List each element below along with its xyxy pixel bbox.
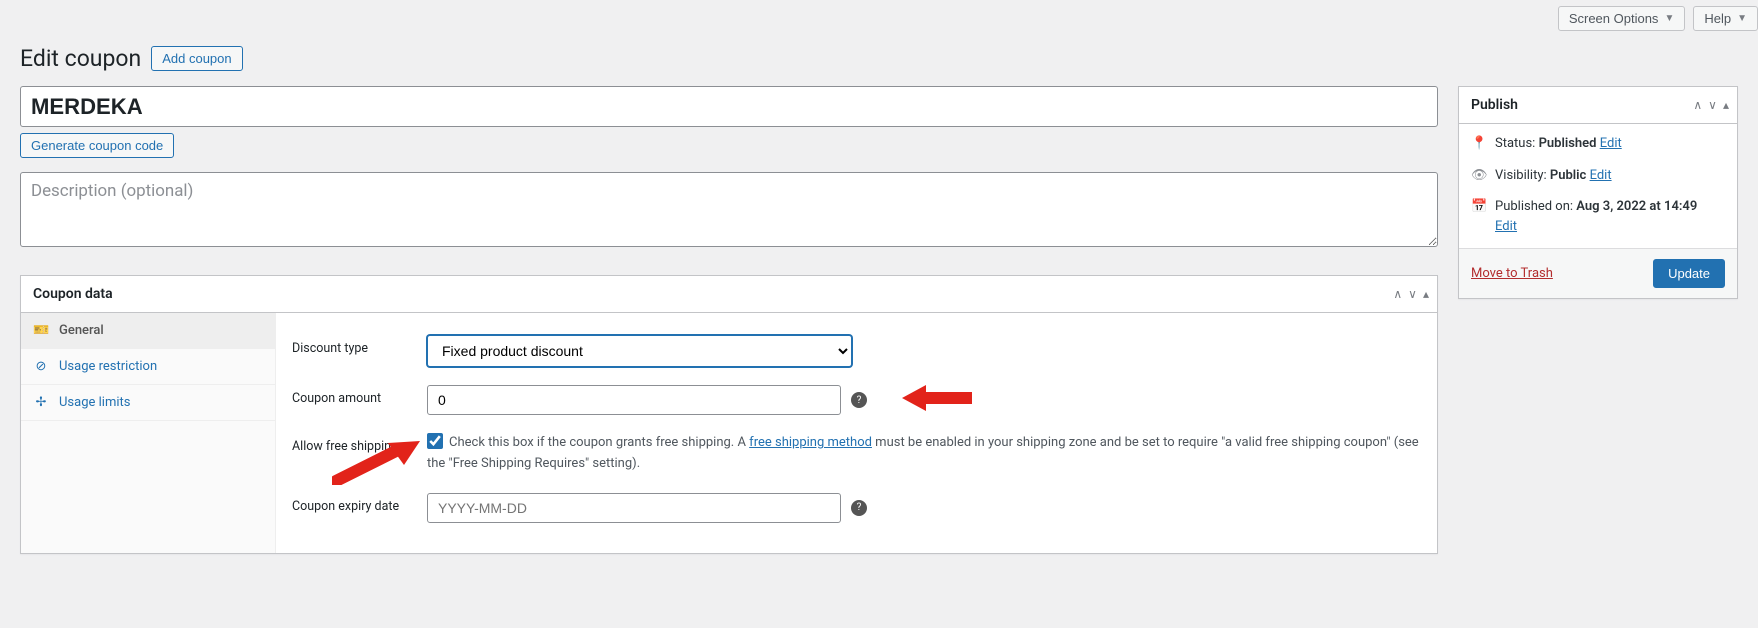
visibility-label: Visibility: — [1495, 168, 1547, 183]
generate-coupon-code-button[interactable]: Generate coupon code — [20, 133, 174, 158]
discount-type-select[interactable]: Fixed product discount — [427, 335, 852, 367]
tab-general[interactable]: 🎫 General — [21, 313, 275, 349]
sliders-icon: ✢ — [33, 395, 49, 410]
help-toggle[interactable]: Help ▼ — [1693, 6, 1758, 31]
update-button[interactable]: Update — [1653, 259, 1725, 288]
expiry-date-label: Coupon expiry date — [292, 493, 427, 514]
eye-icon: 👁 — [1471, 166, 1487, 186]
chevron-down-icon: ▼ — [1664, 13, 1674, 24]
visibility-edit-link[interactable]: Edit — [1590, 168, 1612, 183]
coupon-amount-input[interactable] — [427, 385, 841, 415]
no-entry-icon: ⊘ — [33, 359, 49, 374]
add-coupon-button[interactable]: Add coupon — [151, 46, 242, 71]
free-shipping-method-link[interactable]: free shipping method — [749, 435, 872, 450]
status-label: Status: — [1495, 136, 1535, 151]
visibility-value: Public — [1550, 168, 1586, 183]
help-icon[interactable]: ? — [851, 500, 867, 516]
tab-usage-limits[interactable]: ✢ Usage limits — [21, 385, 275, 421]
page-title: Edit coupon — [20, 45, 141, 72]
tab-usage-limits-label: Usage limits — [59, 395, 130, 410]
tab-general-label: General — [59, 323, 104, 338]
coupon-amount-label: Coupon amount — [292, 385, 427, 406]
pin-icon: 📍 — [1471, 134, 1487, 154]
panel-move-down-icon[interactable]: ∨ — [1706, 94, 1719, 116]
help-icon[interactable]: ? — [851, 392, 867, 408]
free-shipping-desc-before: Check this box if the coupon grants free… — [449, 435, 749, 450]
coupon-data-heading: Coupon data — [21, 276, 125, 312]
status-edit-link[interactable]: Edit — [1600, 136, 1622, 151]
calendar-icon: 📅 — [1471, 197, 1487, 217]
panel-move-down-icon[interactable]: ∨ — [1406, 283, 1419, 305]
status-value: Published — [1539, 136, 1597, 151]
screen-options-toggle[interactable]: Screen Options ▼ — [1558, 6, 1686, 31]
move-to-trash-link[interactable]: Move to Trash — [1471, 266, 1553, 281]
free-shipping-label: Allow free shipping — [292, 433, 427, 454]
published-on-label: Published on: — [1495, 199, 1573, 214]
published-on-value: Aug 3, 2022 at 14:49 — [1576, 199, 1697, 214]
help-label: Help — [1704, 11, 1731, 26]
ticket-icon: 🎫 — [33, 323, 49, 338]
coupon-description-input[interactable] — [20, 172, 1438, 247]
panel-move-up-icon[interactable]: ∧ — [1391, 283, 1404, 305]
tab-usage-restriction[interactable]: ⊘ Usage restriction — [21, 349, 275, 385]
expiry-date-input[interactable] — [427, 493, 841, 523]
chevron-down-icon: ▼ — [1737, 13, 1747, 24]
panel-move-up-icon[interactable]: ∧ — [1691, 94, 1704, 116]
annotation-arrow-icon — [902, 381, 972, 415]
free-shipping-checkbox[interactable] — [427, 433, 443, 449]
tab-usage-restriction-label: Usage restriction — [59, 359, 157, 374]
published-on-edit-link[interactable]: Edit — [1495, 219, 1517, 234]
panel-toggle-icon[interactable]: ▴ — [1721, 94, 1731, 116]
discount-type-label: Discount type — [292, 335, 427, 356]
panel-toggle-icon[interactable]: ▴ — [1421, 283, 1431, 305]
screen-options-label: Screen Options — [1569, 11, 1659, 26]
coupon-code-input[interactable] — [20, 86, 1438, 127]
publish-heading: Publish — [1459, 87, 1530, 123]
